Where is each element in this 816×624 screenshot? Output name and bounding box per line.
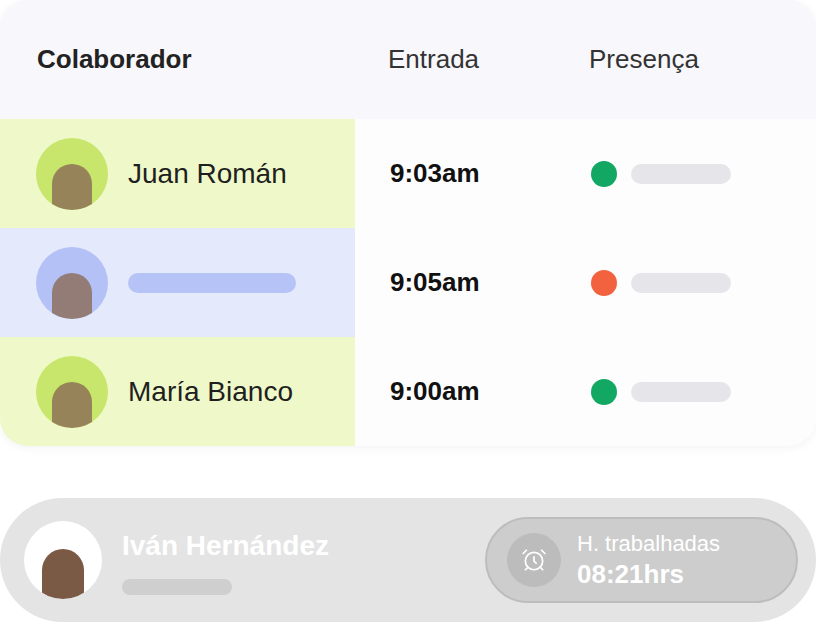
presence-cell <box>555 228 816 337</box>
collaborator-cell <box>0 228 355 337</box>
avatar-photo <box>36 138 108 210</box>
hours-label: H. trabalhadas <box>577 530 720 558</box>
entry-cell: 9:00am <box>355 337 555 446</box>
column-header: Entrada <box>355 40 555 79</box>
alarm-clock-icon <box>507 533 561 587</box>
presence-dot <box>591 379 617 405</box>
table-row[interactable]: 9:05am <box>0 228 816 337</box>
collaborator-name: María Bianco <box>128 371 293 413</box>
table-row[interactable]: María Bianco 9:00am <box>0 337 816 446</box>
hours-worked-pill: H. trabalhadas08:21hrs <box>485 517 798 603</box>
presence-dot <box>591 270 617 296</box>
user-avatar-photo <box>24 521 102 599</box>
name-placeholder <box>128 273 296 293</box>
avatar-photo <box>36 356 108 428</box>
hours-value: 08:21hrs <box>577 558 720 591</box>
current-user-card: Iván Hernández H. trabalhadas08:21hrs <box>0 498 816 622</box>
presence-cell <box>555 119 816 228</box>
collaborator-cell: María Bianco <box>0 337 355 446</box>
page: ColaboradorEntradaPresença Juan Román 9:03… <box>0 0 816 624</box>
collaborator-name: Juan Román <box>128 153 287 195</box>
entry-cell: 9:03am <box>355 119 555 228</box>
user-name: Iván Hernández <box>122 525 465 567</box>
presence-cell <box>555 337 816 446</box>
presence-bar <box>631 382 731 402</box>
table-header: ColaboradorEntradaPresença <box>0 0 816 119</box>
presence-bar <box>631 164 731 184</box>
column-header: Presença <box>555 40 816 79</box>
user-subtitle-placeholder <box>122 579 232 595</box>
presence-dot <box>591 161 617 187</box>
entry-cell: 9:05am <box>355 228 555 337</box>
presence-bar <box>631 273 731 293</box>
collaborator-cell: Juan Román <box>0 119 355 228</box>
attendance-table: ColaboradorEntradaPresença Juan Román 9:03… <box>0 0 816 446</box>
avatar-photo <box>36 247 108 319</box>
table-row[interactable]: Juan Román 9:03am <box>0 119 816 228</box>
column-header: Colaborador <box>0 40 355 79</box>
